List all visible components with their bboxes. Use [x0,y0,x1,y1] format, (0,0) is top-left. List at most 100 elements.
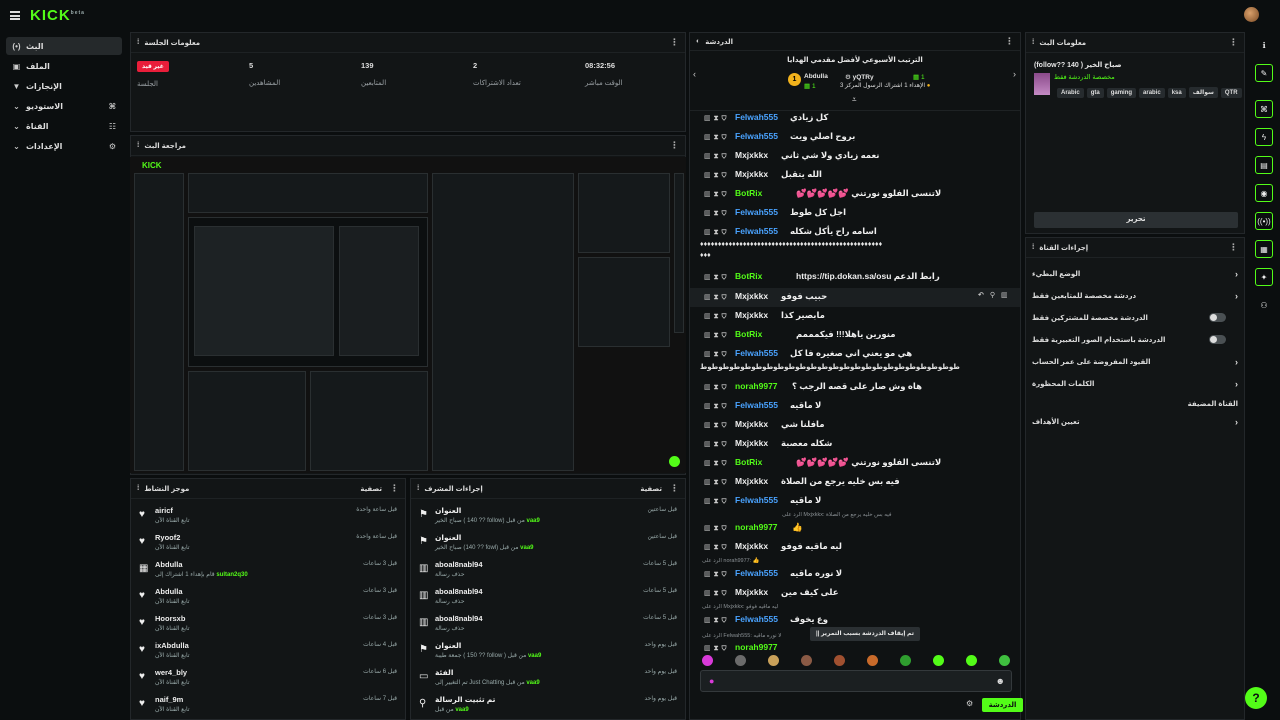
emote-icon[interactable] [702,655,713,666]
subscribers-only-toggle[interactable] [1209,313,1226,322]
account-age-row[interactable]: القيود المفروضة على عمر الحساب › [1032,353,1238,371]
list-item[interactable]: ⚑ العنوان صباح الخير ( 140 ?? follow) من ق… [411,503,685,530]
chat-message[interactable]: ▥⧗⛉ norah9977 هاه وش صار على قصه الرجب ؟ [690,378,1020,397]
list-item[interactable]: ♥ Hoorsxb تابع القناة الآن قبل 3 ساعات [131,611,405,638]
chat-message[interactable]: ▥⧗⛉ Felwah555 لا ماقيه [690,492,1020,511]
help-button[interactable]: ? [1245,687,1267,709]
emote-icon[interactable] [966,655,977,666]
wrench-icon[interactable]: ✦ [1255,268,1273,286]
info-icon[interactable]: ℹ [1255,36,1273,54]
chat-message[interactable]: ▥⧗⛉ Mxjxkkx على كيف مين [690,584,1020,603]
chat-message[interactable]: ▥⧗⛉ Felwah555 هي مو يعني اني صغيره فا كل [690,345,1020,364]
chat-message[interactable]: ▥⧗⛉ Mxjxkkx فيه بس خليه يرجع من الصلاة [690,473,1020,492]
emote-icon[interactable] [999,655,1010,666]
more-icon[interactable]: ⋮ [1005,36,1014,47]
filter-button[interactable]: تصفية [640,485,662,493]
emote-icon[interactable] [768,655,779,666]
nav-item-studio[interactable]: ⌄ الاستوديو ⌘ [6,97,122,115]
emoji-icon[interactable]: ☻ [996,676,1005,686]
message-actions[interactable]: ↶⚲▥ [978,291,1014,299]
pin-icon[interactable]: ⩡ [852,95,857,105]
clipboard-icon[interactable]: ▤ [1255,156,1273,174]
emote-icon[interactable] [834,655,845,666]
users-icon[interactable]: ⚇ [1255,296,1273,314]
emote-icon[interactable] [801,655,812,666]
chevron-right-icon[interactable]: › [1013,69,1016,79]
drag-icon[interactable]: ⁞ [417,485,419,492]
emote-icon[interactable] [735,655,746,666]
chat-message[interactable]: ▥⧗⛉ BotRix رابط الدعم https://tip.dokan.sa… [690,268,1020,287]
nav-item-achievements[interactable]: ▼ الإنجازات [6,77,122,95]
list-item[interactable]: ♥ airicf تابع القناة الآن قبل ساعة واحدة [131,503,405,530]
send-button[interactable]: الدردشة [982,698,1023,712]
chat-message[interactable]: ▥⧗⛉ norah9977 [690,639,1020,651]
list-item[interactable]: ♥ ixAbdulla تابع القناة الآن قبل 4 ساعات [131,638,405,665]
more-icon[interactable]: ⋮ [390,483,399,494]
emote-icon[interactable] [900,655,911,666]
more-icon[interactable]: ⋮ [1229,37,1238,48]
chat-message[interactable]: ▥⧗⛉ Felwah555 بروح اصلي ويت [690,128,1020,147]
edit-button[interactable]: تحرير [1034,212,1238,228]
set-goals-row[interactable]: تعيين الأهداف › [1032,413,1238,431]
nav-item-stream[interactable]: (•) البث [6,37,122,55]
more-icon[interactable]: ⋮ [1229,242,1238,253]
chat-message[interactable]: ▥⧗⛉ BotRix منورين ياهلا!!! فيكمممم [690,326,1020,345]
nav-item-settings[interactable]: ⌄ الإعدادات ⚙ [6,137,122,155]
list-item[interactable]: ⚲ تم تثبيت الرسالة من قبل vaa9 قبل يوم واحد [411,692,685,719]
chevron-left-icon[interactable]: ‹ [693,69,696,79]
list-item[interactable]: ▥ aboal8nabl94 حذف رسالة قبل 5 ساعات [411,557,685,584]
list-item[interactable]: ▦ Abdulla قام بإهداء 1 اشتراك إلى sultan2q… [131,557,405,584]
chat-message[interactable]: ▥⧗⛉ Mxjxkkx شكله معصبة [690,435,1020,454]
chat-bubble-icon[interactable]: ◉ [1255,184,1273,202]
list-item[interactable]: ▭ الفئة تم التغيير إلى Just Chatting من قب… [411,665,685,692]
chat-message[interactable]: ▥⧗⛉ Felwah555 اسامه راح يأكل شكله [690,223,1020,242]
emote-icon[interactable] [867,655,878,666]
list-item[interactable]: ▥ aboal8nabl94 حذف رسالة قبل 5 ساعات [411,611,685,638]
emote-only-toggle[interactable] [1209,335,1226,344]
banned-words-row[interactable]: الكلمات المحظورة › [1032,375,1238,393]
more-icon[interactable]: ⋮ [670,140,679,151]
menu-icon[interactable] [10,11,20,20]
chat-input[interactable]: ● ☻ [700,670,1012,692]
filter-button[interactable]: تصفية [360,485,382,493]
chat-message[interactable]: ▥⧗⛉ BotRix لاتنسى الفلوو نورتني 💕💕💕💕💕 [690,454,1020,473]
chat-message[interactable]: ▥⧗⛉ Mxjxkkx الله يتقبل [690,166,1020,185]
more-icon[interactable]: ⋮ [670,483,679,494]
list-item[interactable]: ⚑ العنوان جمعة طيبة ( 150 ?? follow ) من ق… [411,638,685,665]
chat-message[interactable]: ▥⧗⛉ norah9977 👍 [690,519,1020,538]
chat-message[interactable]: ▥⧗⛉ Felwah555 اجل كل طوط [690,204,1020,223]
avatar[interactable] [1244,7,1259,22]
nav-item-profile[interactable]: ▣ الملف [6,57,122,75]
list-item[interactable]: ♥ wer4_bly تابع القناة الآن قبل 6 ساعات [131,665,405,692]
chat-message[interactable]: ▥⧗⛉ Mxjxkkx مافلنا شي [690,416,1020,435]
list-item[interactable]: ▥ aboal8nabl94 حذف رسالة قبل 5 ساعات [411,584,685,611]
drag-icon[interactable]: ⁞ [137,142,139,149]
chat-message[interactable]: ▥⧗⛉ Felwah555 كل زيادي [690,109,1020,128]
slow-mode-row[interactable]: الوضع البطيء › [1032,265,1238,283]
drag-icon[interactable]: ⁞ [1032,244,1034,251]
chat-message[interactable]: ▥⧗⛉ Mxjxkkx مابصير كذا [690,307,1020,326]
drag-icon[interactable]: ⁞ [137,485,139,492]
chat-message[interactable]: ▥⧗⛉ Felwah555 لا ماقيه [690,397,1020,416]
chat-message[interactable]: ▥⧗⛉ Felwah555 لا نوره ماقيه [690,565,1020,584]
emote-icon[interactable] [933,655,944,666]
chat-message[interactable]: ▥⧗⛉ Mxjxkkx نعمه زيادي ولا شي ثاني [690,147,1020,166]
kick-logo[interactable]: KICKbeta [30,7,85,24]
mic-icon[interactable]: ● [709,676,714,686]
followers-only-row[interactable]: دردشة مخصصة للمتابعين فقط › [1032,287,1238,305]
gear-icon[interactable]: ⚙ [966,699,973,708]
stream-preview-video[interactable]: KICK [130,157,686,473]
play-icon[interactable] [669,456,680,467]
broadcast-icon[interactable]: ((•)) [1255,212,1273,230]
chat-message-hovered[interactable]: ▥⧗⛉ Mxjxkkx حبيب فوفو ↶⚲▥ [690,288,1020,307]
list-item[interactable]: ♥ naif_9m تابع القناة الآن قبل 7 ساعات [131,692,405,719]
list-item[interactable]: ♥ Ryoof2 تابع القناة الآن قبل ساعة واحدة [131,530,405,557]
bolt-icon[interactable]: ϟ [1255,128,1273,146]
nav-item-channel[interactable]: ⌄ القناة ☷ [6,117,122,135]
drag-icon[interactable]: ⁞ [1032,39,1034,46]
chat-message[interactable]: ▥⧗⛉ Mxjxkkx ليه ماقيه فوفو [690,538,1020,557]
list-item[interactable]: ♥ Abdulla تابع القناة الآن قبل 3 ساعات [131,584,405,611]
list-item[interactable]: ⚑ العنوان صباح الخير (140 ?? fowl) من قبل … [411,530,685,557]
chat-message[interactable]: ▥⧗⛉ BotRix لاتنسى الفلوو نورتني 💕💕💕💕💕 [690,185,1020,204]
layout-icon[interactable]: ▦ [1255,240,1273,258]
